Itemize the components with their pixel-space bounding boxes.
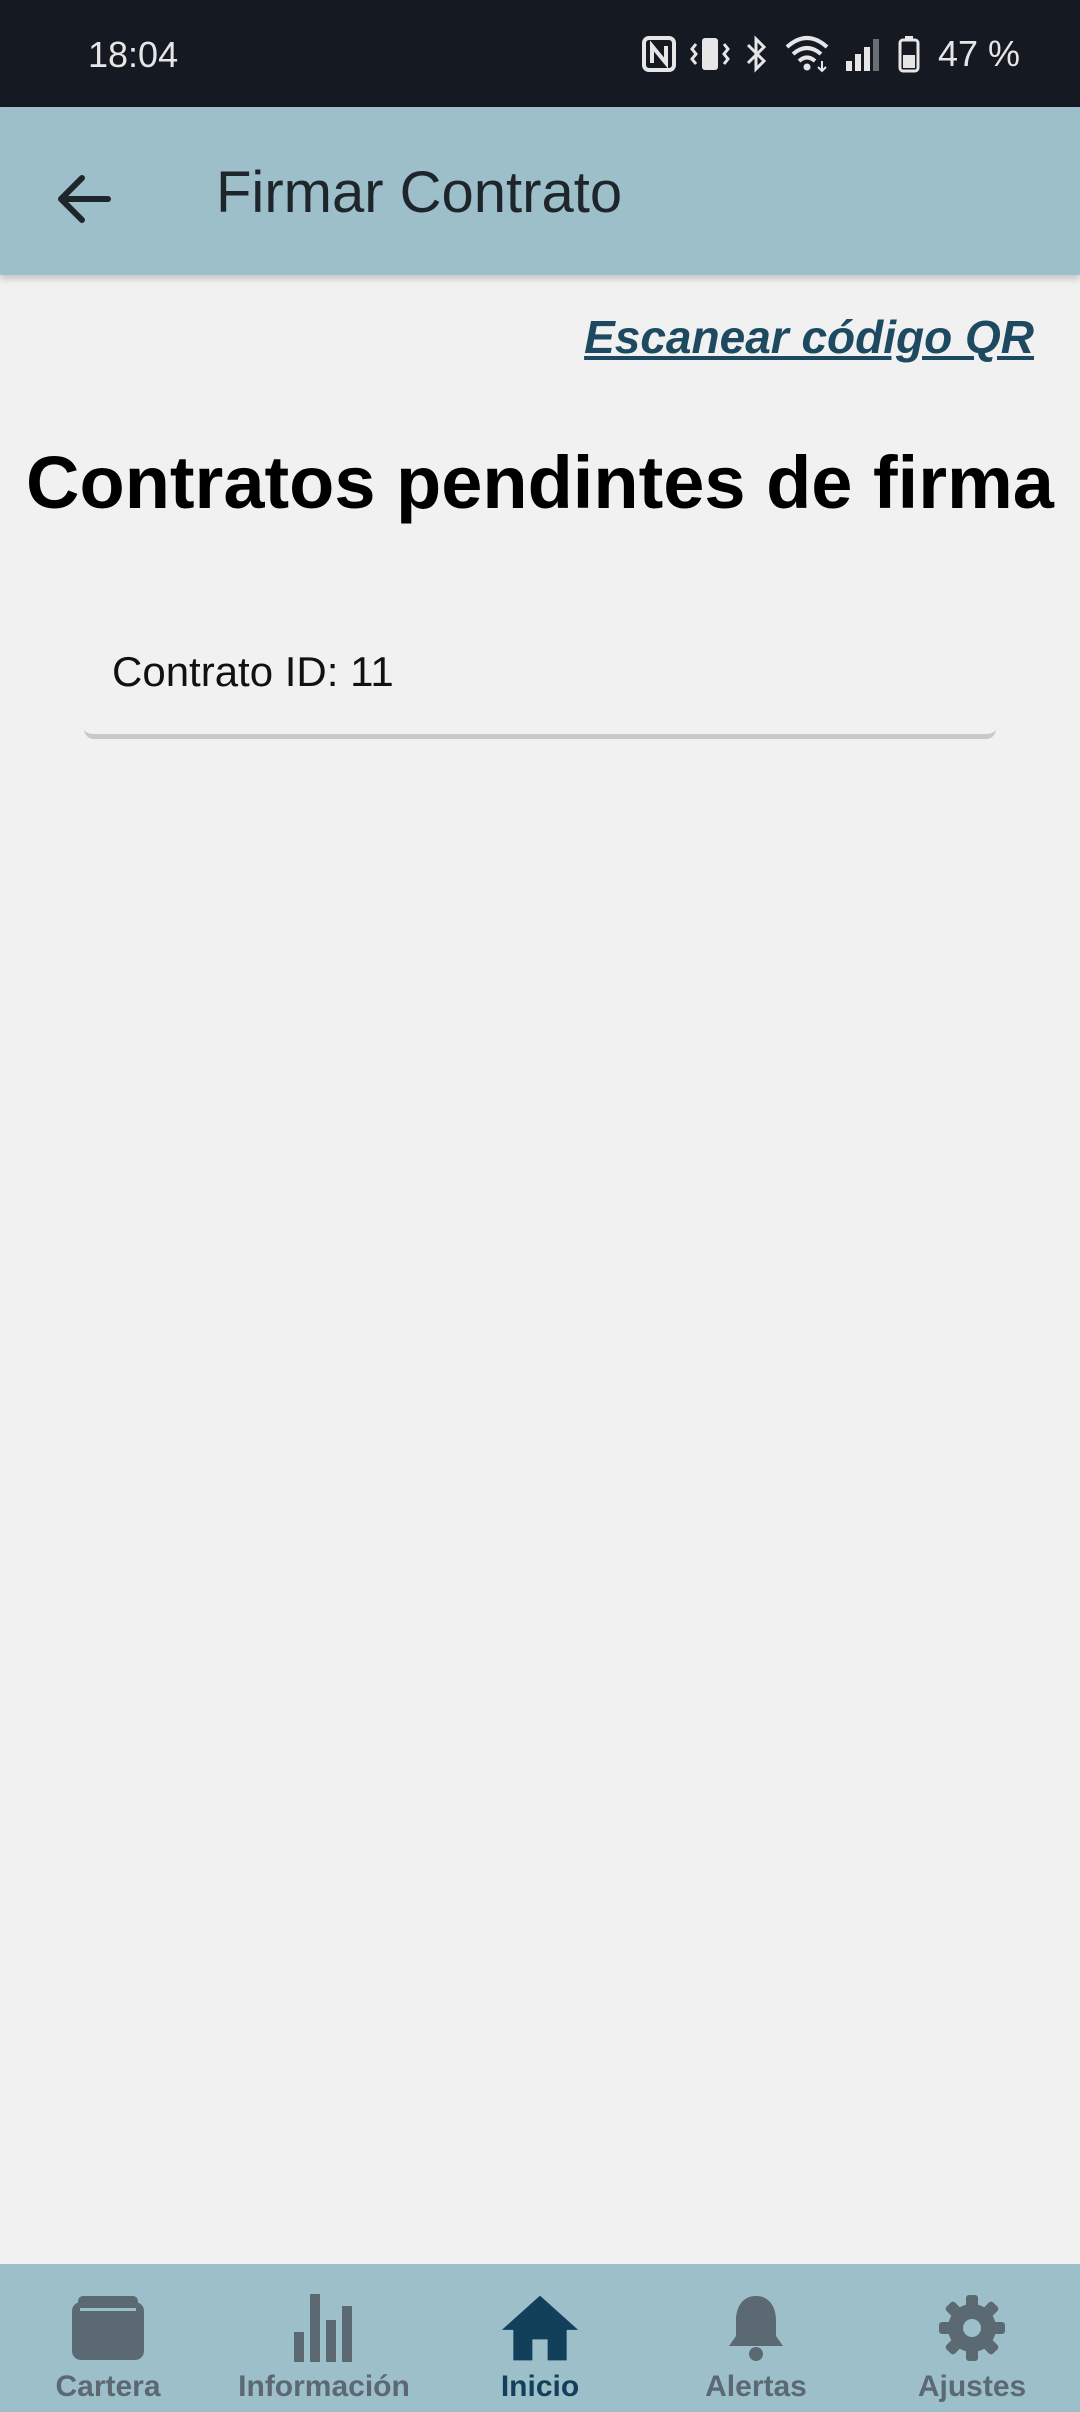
bell-icon [716, 2288, 796, 2368]
section-title: Contratos pendintes de firma [26, 441, 1054, 524]
nav-item-cartera[interactable]: Cartera [0, 2264, 216, 2412]
wallet-icon [68, 2288, 148, 2368]
battery-percentage: 47 % [937, 33, 1020, 74]
nav-item-ajustes[interactable]: Ajustes [864, 2264, 1080, 2412]
bar-chart-icon [284, 2288, 364, 2368]
gear-icon [932, 2288, 1012, 2368]
signal-icon [845, 39, 879, 71]
contract-list-item[interactable]: Contrato ID: 11 [84, 630, 996, 739]
scan-qr-link[interactable]: Escanear código QR [584, 310, 1034, 364]
contract-label: Contrato ID: 11 [112, 648, 394, 695]
app-bar: Firmar Contrato [0, 107, 1080, 275]
status-time: 18:04 [88, 34, 179, 75]
bottom-navigation: Cartera Información Inicio Alertas Ajust… [0, 2264, 1080, 2412]
wifi-icon [785, 36, 829, 73]
nav-item-inicio[interactable]: Inicio [432, 2264, 648, 2412]
nfc-icon [641, 36, 676, 72]
nav-label: Información [238, 2370, 410, 2403]
bluetooth-icon [746, 35, 767, 73]
page-title: Firmar Contrato [216, 160, 623, 225]
home-icon [500, 2288, 580, 2368]
nav-label: Ajustes [917, 2370, 1027, 2403]
back-button[interactable] [44, 159, 124, 239]
battery-icon [898, 36, 920, 73]
status-bar: 18:04 47 % [0, 0, 1080, 107]
nav-label: Alertas [705, 2370, 807, 2403]
vibrate-icon [690, 38, 730, 70]
arrow-left-icon [58, 175, 111, 223]
nav-item-alertas[interactable]: Alertas [648, 2264, 864, 2412]
nav-label: Cartera [55, 2370, 161, 2403]
nav-item-informacion[interactable]: Información [216, 2264, 432, 2412]
nav-label: Inicio [500, 2370, 580, 2403]
status-icons: 47 % [641, 30, 1020, 78]
